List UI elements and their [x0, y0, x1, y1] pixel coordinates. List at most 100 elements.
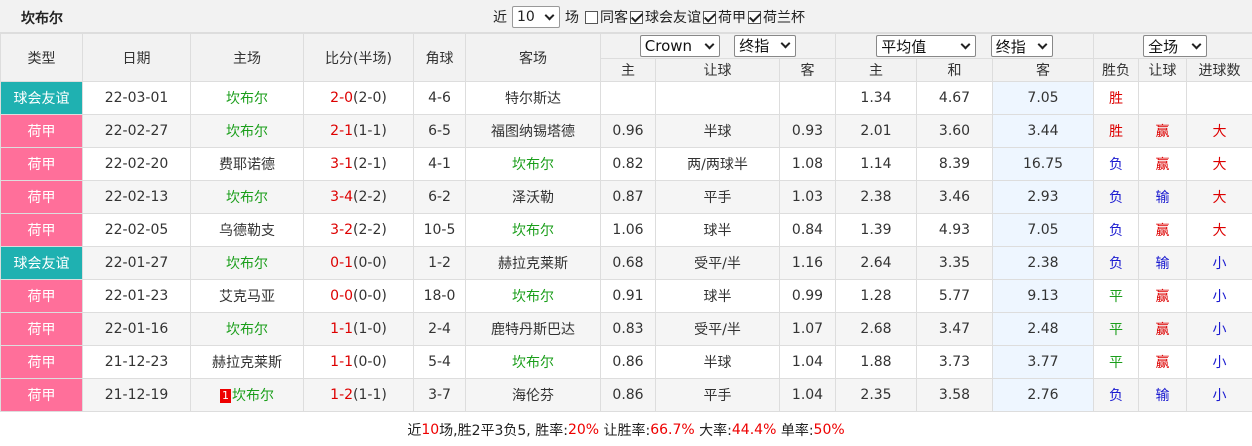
full-time-score[interactable]: 1-1 [330, 354, 353, 370]
match-type[interactable]: 荷甲 [0, 345, 83, 379]
col-goals: 进球数 [1186, 58, 1252, 82]
match-result: 负 [1093, 213, 1140, 247]
euro-home-odds: 1.88 [835, 345, 917, 379]
match-score: 0-1(0-0) [303, 246, 414, 280]
full-time-score[interactable]: 0-0 [330, 288, 353, 304]
half-time-score: (2-1) [353, 156, 387, 172]
home-team-name[interactable]: 坎布尔 [226, 124, 268, 140]
full-time-score[interactable]: 2-0 [330, 90, 353, 106]
half-time-score: (1-1) [353, 387, 387, 403]
euro-mode2-select[interactable]: 终指 [990, 35, 1053, 57]
asian-mode-select[interactable]: 终指 [734, 34, 797, 57]
away-team-name[interactable]: 坎布尔 [512, 355, 554, 371]
asian-odds-header: Crown 终指 [600, 33, 836, 59]
half-time-score: (0-0) [353, 255, 387, 271]
full-time-score[interactable]: 3-2 [330, 222, 353, 238]
home-team-name[interactable]: 费耶诺德 [219, 157, 275, 173]
goals-result: 小 [1186, 246, 1252, 280]
filter-checkbox-label: 荷甲 [718, 10, 746, 26]
away-team-name[interactable]: 福图纳锡塔德 [491, 124, 575, 140]
euro-mode-select[interactable]: 平均值 [876, 35, 977, 57]
home-team-name[interactable]: 艾克马亚 [219, 289, 275, 305]
match-score: 3-1(2-1) [303, 147, 414, 181]
euro-away-odds: 7.05 [991, 213, 1095, 247]
away-team: 鹿特丹斯巴达 [465, 312, 601, 346]
filter-checkbox[interactable] [585, 10, 598, 24]
away-team-name[interactable]: 海伦芬 [512, 388, 554, 404]
full-time-score[interactable]: 1-2 [330, 387, 353, 403]
euro-mode-value: 平均值 [881, 37, 927, 56]
full-time-score[interactable]: 2-1 [330, 123, 353, 139]
full-time-score[interactable]: 3-1 [330, 156, 353, 172]
company-select[interactable]: Crown [639, 35, 720, 58]
away-team-name[interactable]: 坎布尔 [512, 157, 554, 173]
match-score: 1-1(0-0) [303, 345, 414, 379]
away-team: 泽沃勒 [465, 180, 601, 214]
euro-home-odds: 2.35 [835, 378, 917, 412]
asian-handicap: 球半 [655, 279, 780, 313]
match-score: 3-2(2-2) [303, 213, 414, 247]
asian-away-odds: 1.03 [779, 180, 836, 214]
euro-away-odds: 2.93 [991, 180, 1095, 214]
match-type[interactable]: 荷甲 [0, 378, 83, 412]
matches-label: 场 [565, 10, 579, 26]
corner-count: 4-6 [413, 81, 466, 115]
half-time-score: (2-0) [353, 90, 387, 106]
home-team-name[interactable]: 乌德勒支 [219, 223, 275, 239]
asian-away-odds: 0.93 [779, 114, 836, 148]
table-row: 球会友谊 22-03-01 坎布尔 2-0(2-0) 4-6 特尔斯达 1.34 4.67 7.… [0, 81, 1252, 115]
match-score: 1-1(1-0) [303, 312, 414, 346]
away-team-name[interactable]: 特尔斯达 [505, 91, 561, 107]
handicap-result: 输 [1138, 246, 1188, 280]
filter-checkbox[interactable] [630, 10, 643, 24]
table-row: 荷甲 21-12-23 赫拉克莱斯 1-1(0-0) 5-4 坎布尔 0.86 半球 1.04 1… [0, 345, 1252, 379]
filter-checkbox[interactable] [748, 10, 761, 24]
home-team-name[interactable]: 赫拉克莱斯 [212, 355, 282, 371]
home-team-name[interactable]: 坎布尔 [226, 190, 268, 206]
full-time-score[interactable]: 0-1 [330, 255, 353, 271]
match-type[interactable]: 荷甲 [0, 147, 83, 181]
full-time-score[interactable]: 3-4 [330, 189, 353, 205]
away-team-name[interactable]: 坎布尔 [512, 289, 554, 305]
corner-count: 6-2 [413, 180, 466, 214]
asian-handicap: 半球 [655, 114, 780, 148]
away-team-name[interactable]: 赫拉克莱斯 [498, 256, 568, 272]
corner-count: 10-5 [413, 213, 466, 247]
match-type[interactable]: 荷甲 [0, 312, 83, 346]
home-team-name[interactable]: 坎布尔 [232, 388, 274, 404]
match-date: 22-02-27 [82, 114, 191, 148]
match-date: 22-01-23 [82, 279, 191, 313]
asian-home-odds: 0.86 [600, 378, 656, 412]
home-team-name[interactable]: 坎布尔 [226, 322, 268, 338]
col-type: 类型 [0, 33, 83, 82]
col-handicap-result: 让球 [1138, 58, 1188, 82]
match-count-select[interactable]: 10 [512, 6, 560, 28]
match-type[interactable]: 荷甲 [0, 213, 83, 247]
match-type[interactable]: 荷甲 [0, 279, 83, 313]
asian-away-odds: 1.07 [779, 312, 836, 346]
filter-checkbox[interactable] [703, 10, 716, 24]
match-type[interactable]: 荷甲 [0, 114, 83, 148]
handicap-result: 赢 [1138, 147, 1188, 181]
home-team-name[interactable]: 坎布尔 [226, 256, 268, 272]
euro-draw-odds: 3.73 [916, 345, 993, 379]
away-team-name[interactable]: 鹿特丹斯巴达 [491, 322, 575, 338]
chevron-down-icon [780, 38, 791, 49]
euro-draw-odds: 4.93 [916, 213, 993, 247]
home-team-name[interactable]: 坎布尔 [226, 91, 268, 107]
handicap-result [1138, 81, 1188, 115]
scope-select[interactable]: 全场 [1143, 35, 1208, 57]
goals-result: 小 [1186, 312, 1252, 346]
asian-away-odds: 1.04 [779, 345, 836, 379]
asian-handicap: 受平/半 [655, 312, 780, 346]
match-type[interactable]: 球会友谊 [0, 81, 83, 115]
euro-home-odds: 1.34 [835, 81, 917, 115]
match-score: 3-4(2-2) [303, 180, 414, 214]
away-team-name[interactable]: 坎布尔 [512, 223, 554, 239]
match-type[interactable]: 球会友谊 [0, 246, 83, 280]
filter-checkbox-label: 球会友谊 [645, 10, 701, 26]
away-team-name[interactable]: 泽沃勒 [512, 190, 554, 206]
full-time-score[interactable]: 1-1 [330, 321, 353, 337]
asian-home-odds: 1.06 [600, 213, 656, 247]
match-type[interactable]: 荷甲 [0, 180, 83, 214]
